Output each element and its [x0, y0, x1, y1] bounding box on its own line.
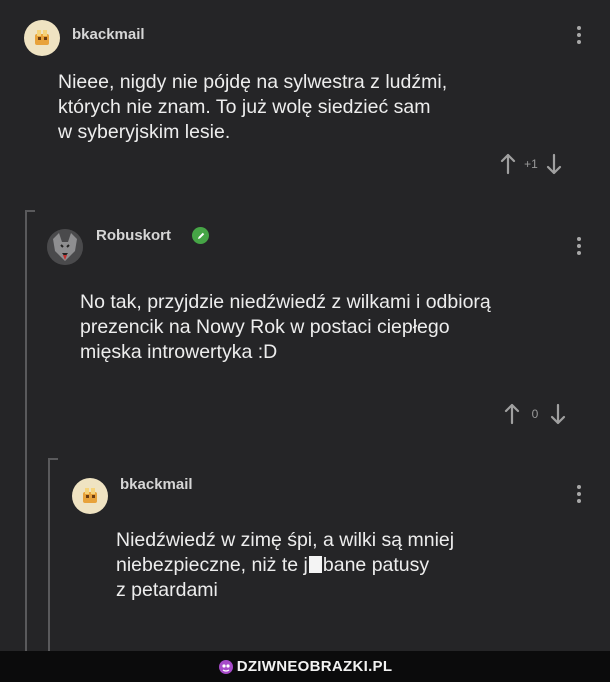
brand-name: DZIWNEOBRAZKI.PL: [236, 658, 393, 675]
downvote-arrow-icon[interactable]: [544, 152, 564, 176]
kebab-menu-icon[interactable]: [576, 237, 582, 259]
upvote-arrow-icon[interactable]: [502, 402, 522, 426]
username[interactable]: Robuskort: [96, 227, 171, 244]
comment-line: No tak, przyjdzie niedźwiedź z wilkami i…: [80, 291, 491, 313]
comment-line: Niedźwiedź w zimę śpi, a wilki są mniej: [116, 529, 455, 551]
comment-line: mięska introwertyka :D: [80, 341, 278, 363]
comment-line: Nieee, nigdy nie pójdę na sylwestra z lu…: [58, 71, 448, 93]
site-footer: DZIWNEOBRAZKI.PL: [0, 651, 610, 682]
thread-line: [25, 210, 27, 651]
avatar[interactable]: [47, 229, 83, 265]
vote-count: 0: [531, 407, 539, 421]
avatar[interactable]: [72, 478, 108, 514]
kebab-menu-icon[interactable]: [576, 26, 582, 48]
upvote-arrow-icon[interactable]: [498, 152, 518, 176]
comment-line-part: niebezpieczne, niż te: [116, 554, 304, 576]
comment-text: Nieee, nigdy nie pójdę na sylwestra z lu…: [58, 70, 447, 145]
censor-block: [308, 556, 322, 573]
username[interactable]: bkackmail: [72, 26, 145, 43]
username[interactable]: bkackmail: [120, 476, 193, 493]
comment-line: których nie znam. To już wolę siedzieć s…: [58, 96, 431, 118]
comment-line: w syberyjskim lesie.: [58, 121, 231, 143]
censored-letter: j: [303, 554, 308, 576]
avatar[interactable]: [24, 20, 60, 56]
downvote-arrow-icon[interactable]: [548, 402, 568, 426]
comment-text: No tak, przyjdzie niedźwiedź z wilkami i…: [80, 290, 491, 365]
comment-line: niebezpieczne, niż te j bane patusy: [116, 553, 454, 578]
comment-line: z petardami: [116, 579, 218, 601]
vote-controls: 0: [502, 402, 568, 426]
verified-pencil-icon: [192, 227, 209, 244]
vote-count: +1: [524, 157, 538, 171]
comment-line: prezencik na Nowy Rok w postaci ciepłego: [80, 316, 450, 338]
comment-line-part: bane patusy: [322, 554, 430, 576]
comment-text: Niedźwiedź w zimę śpi, a wilki są mniej …: [116, 528, 454, 603]
kebab-menu-icon[interactable]: [576, 485, 582, 507]
brand[interactable]: DZIWNEOBRAZKI.PL: [218, 658, 393, 675]
brand-logo-icon: [218, 659, 233, 674]
vote-controls: +1: [498, 152, 564, 176]
thread-line: [48, 458, 50, 651]
